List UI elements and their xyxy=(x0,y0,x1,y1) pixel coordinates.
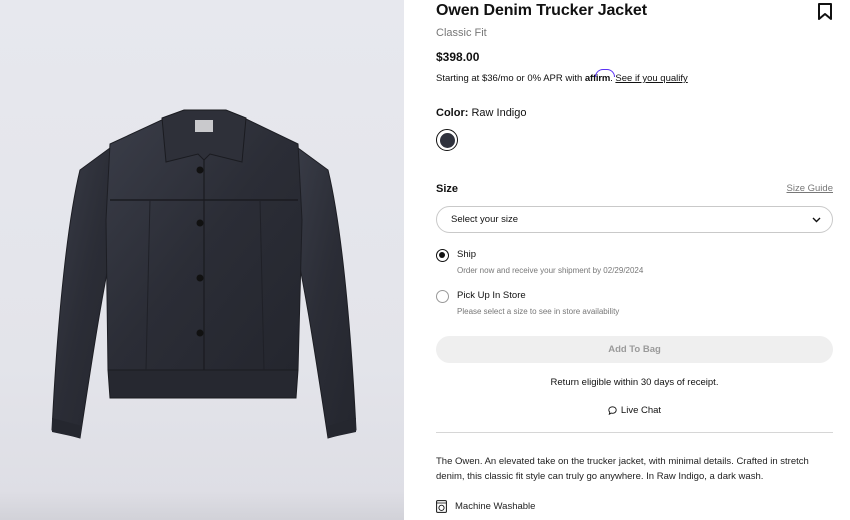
color-row: Color: Raw Indigo xyxy=(436,107,527,119)
pickup-radio[interactable] xyxy=(436,290,449,303)
live-chat-label: Live Chat xyxy=(620,405,662,416)
ship-label: Ship xyxy=(457,249,477,260)
color-value: Raw Indigo xyxy=(471,107,527,119)
size-select-placeholder: Select your size xyxy=(451,214,519,225)
financing-text: Starting at $36/mo or 0% APR with xyxy=(436,73,583,84)
size-select[interactable]: Select your size xyxy=(436,206,833,233)
color-label: Color: xyxy=(436,107,469,119)
return-note: Return eligible within 30 days of receip… xyxy=(550,377,719,388)
size-guide-link[interactable]: Size Guide xyxy=(787,183,833,194)
product-title: Owen Denim Trucker Jacket xyxy=(436,2,647,19)
financing-info: Starting at $36/mo or 0% APR with affirm… xyxy=(436,73,688,84)
size-label: Size xyxy=(436,183,459,195)
qualify-link[interactable]: See if you qualify xyxy=(615,73,687,84)
care-info: Machine Washable xyxy=(436,500,535,513)
ship-sub: Order now and receive your shipment by 0… xyxy=(457,266,644,275)
pickup-sub: Please select a size to see in store ava… xyxy=(457,307,620,316)
divider xyxy=(436,432,833,433)
image-floor-shadow xyxy=(0,490,404,520)
add-to-bag-button[interactable]: Add To Bag xyxy=(436,336,833,363)
washing-machine-icon xyxy=(436,500,447,513)
color-swatch-raw-indigo[interactable] xyxy=(436,129,458,151)
pickup-label: Pick Up In Store xyxy=(457,290,526,301)
product-price: $398.00 xyxy=(436,50,480,64)
denim-jacket-image xyxy=(51,109,357,439)
product-image[interactable] xyxy=(0,0,404,520)
bookmark-icon[interactable] xyxy=(817,3,833,21)
affirm-logo: affirm xyxy=(584,73,611,84)
swatch-dot xyxy=(439,132,455,148)
care-label: Machine Washable xyxy=(455,501,536,512)
live-chat-button[interactable]: Live Chat xyxy=(436,405,833,416)
product-fit: Classic Fit xyxy=(436,27,487,39)
chevron-down-icon xyxy=(812,217,821,223)
chat-bubble-icon xyxy=(608,406,617,415)
ship-radio[interactable] xyxy=(436,249,449,262)
product-description: The Owen. An elevated take on the trucke… xyxy=(436,456,809,482)
